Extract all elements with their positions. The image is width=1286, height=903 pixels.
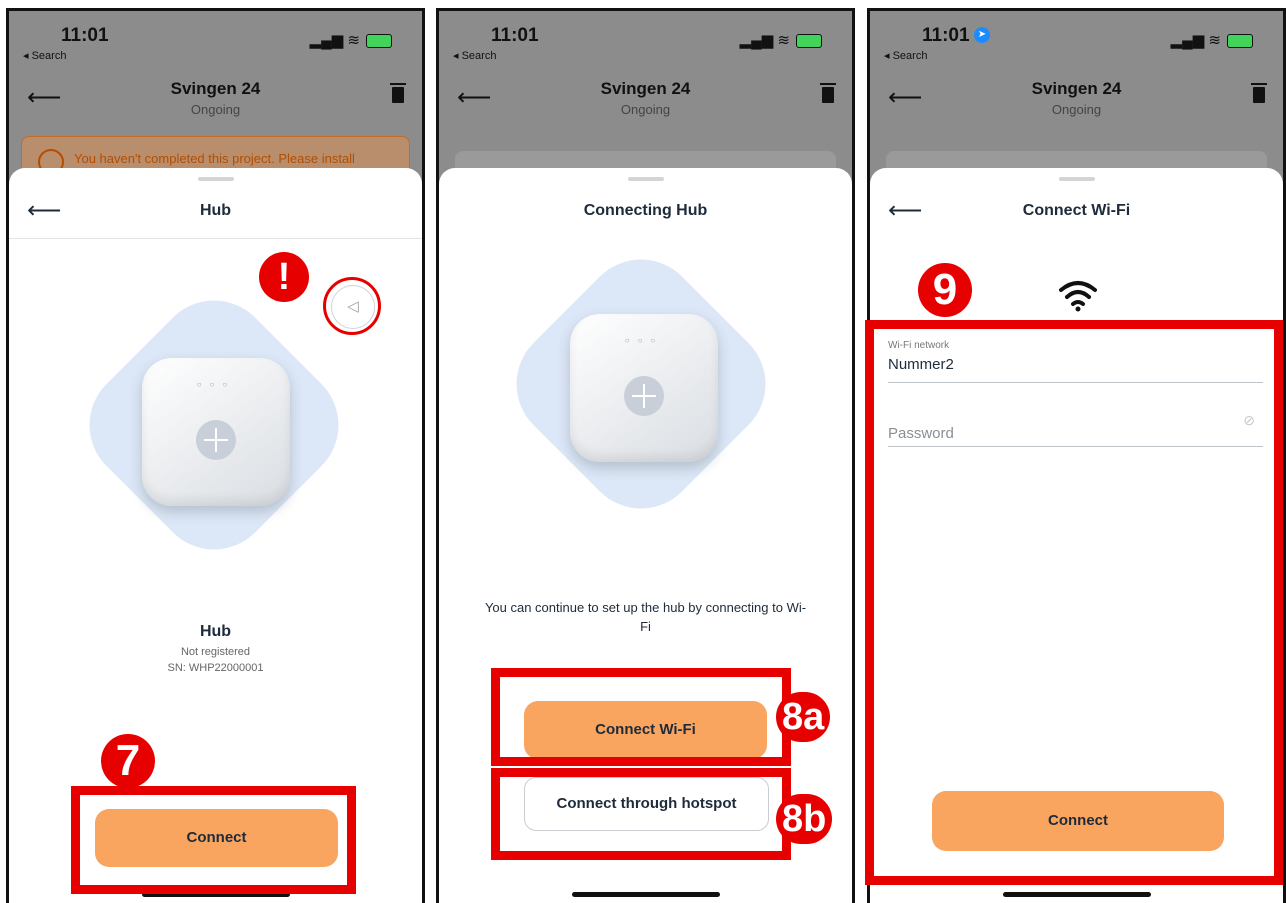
divider (9, 238, 422, 239)
registration-status: Not registered (180, 646, 251, 658)
hub-device-image: ○○○ (142, 358, 290, 506)
home-indicator (571, 892, 720, 897)
project-status: Ongoing (620, 102, 671, 117)
step-8a-badge: 8a (776, 692, 831, 742)
back-to-search[interactable]: ◂ Search (23, 49, 66, 62)
wifi-message: You can continue to set up the hub by co… (484, 600, 807, 634)
step-9-badge: 9 (918, 263, 972, 317)
status-icons: ▂▄▆ ≋ (740, 31, 822, 49)
home-indicator (1002, 892, 1151, 897)
alert-badge: ! (259, 252, 309, 302)
project-title: Svingen 24 (1031, 79, 1122, 98)
status-time: 11:01 (61, 25, 109, 46)
sheet-title: Connecting Hub (583, 202, 708, 219)
sheet-grip[interactable] (197, 177, 234, 181)
wifi-icon (1059, 281, 1097, 312)
project-status: Ongoing (1051, 102, 1102, 117)
hub-button (196, 420, 236, 460)
device-name: Hub (199, 623, 232, 640)
step-7-badge: 7 (101, 734, 155, 788)
status-bar: 11:01 ◂ Search ▂▄▆ ≋ (9, 11, 422, 71)
hub-button (624, 376, 664, 416)
connect-highlight-box (71, 786, 356, 894)
status-time: 11:01 (491, 25, 539, 46)
hub-device-image: ○○○ (570, 314, 718, 462)
project-title: Svingen 24 (170, 79, 261, 98)
location-icon: ➤ (974, 27, 990, 43)
status-icons: ▂▄▆ ≋ (1171, 31, 1253, 49)
wifi-form-highlight-box (865, 320, 1283, 885)
sheet-title: Hub (199, 202, 232, 219)
hotspot-option-highlight-box (491, 768, 791, 860)
warning-text: You haven't completed this project. Plea… (74, 151, 355, 166)
trash-icon[interactable] (820, 83, 836, 103)
trash-icon[interactable] (390, 83, 406, 103)
speaker-highlight-circle (323, 277, 381, 335)
sheet-title: Connect Wi-Fi (1022, 202, 1131, 219)
status-bar: 11:01 ➤ ◂ Search ▂▄▆ ≋ (870, 11, 1283, 71)
battery-icon (1227, 34, 1253, 49)
project-status: Ongoing (190, 102, 241, 117)
hub-led-dots: ○○○ (196, 380, 236, 389)
battery-icon (366, 34, 392, 49)
status-time: 11:01 (922, 25, 970, 46)
project-title: Svingen 24 (600, 79, 691, 98)
hub-led-dots: ○○○ (624, 336, 664, 345)
wifi-option-highlight-box (491, 668, 791, 766)
step-8b-badge: 8b (776, 794, 833, 844)
trash-icon[interactable] (1251, 83, 1267, 103)
back-to-search[interactable]: ◂ Search (453, 49, 496, 62)
serial-number: SN: WHP22000001 (167, 662, 264, 674)
sheet-grip[interactable] (627, 177, 664, 181)
battery-icon (796, 34, 822, 49)
status-icons: ▂▄▆ ≋ (310, 31, 392, 49)
phone-hub: 11:01 ◂ Search ▂▄▆ ≋ ⟵ Svingen 24 Ongoin… (6, 8, 425, 903)
back-to-search[interactable]: ◂ Search (884, 49, 927, 62)
sheet-grip[interactable] (1058, 177, 1095, 181)
status-bar: 11:01 ◂ Search ▂▄▆ ≋ (439, 11, 852, 71)
